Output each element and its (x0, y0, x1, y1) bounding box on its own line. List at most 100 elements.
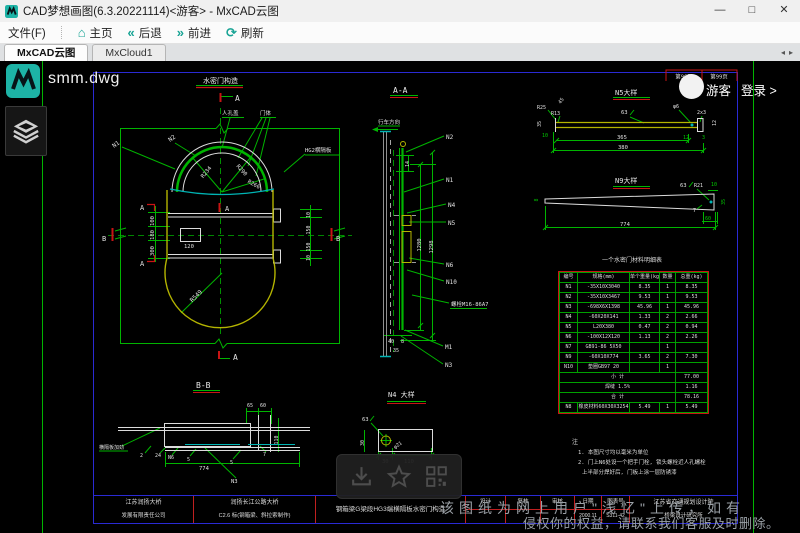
layers-icon (12, 118, 40, 144)
n5-dim-365: 365 (617, 135, 627, 141)
viewer-toolbar (336, 454, 462, 499)
username-label: 游客 (706, 80, 731, 99)
n9-weld-dot (710, 201, 713, 204)
bb-white-lines (118, 415, 310, 452)
minimize-button[interactable]: — (704, 0, 736, 22)
file-menu[interactable]: 文件(F) (8, 25, 46, 41)
forward-icon: » (177, 26, 184, 39)
drawing-filename: smm.dwg (48, 70, 120, 88)
n4-title: N4 大样 (388, 390, 415, 399)
watermark-line-2: 侵权你的权益，请联系我们客服及时删除。 (523, 513, 780, 532)
marker-a-top: A (235, 94, 240, 103)
marker-b-left: B (102, 235, 106, 243)
marker-a2: A (140, 260, 145, 268)
close-button[interactable]: ✕ (768, 0, 800, 22)
avatar[interactable] (679, 74, 704, 99)
table-total-row: 合 计78.16 (560, 393, 708, 403)
aa-dim-1280: 1280 (417, 238, 423, 251)
aa-dim-35: 35 (393, 348, 399, 354)
table-row: N2-35X10X34679.5319.53 (560, 293, 708, 303)
star-icon[interactable] (386, 464, 412, 490)
tab-mxcloud1[interactable]: MxCloud1 (92, 44, 165, 61)
n5-dim-45: 45 (557, 97, 565, 105)
n5-bar-yellow (556, 123, 697, 128)
marker-b-right: B (336, 235, 340, 243)
home-button[interactable]: ⌂主页 (78, 25, 113, 41)
table-row: N5L20X3800.4720.94 (560, 323, 708, 333)
n4-weld-63: 63 (362, 417, 369, 423)
label-manhole: 人孔盖 (222, 109, 239, 117)
table-row: N10垫圈GB97 201 (560, 363, 708, 373)
n9-dim-r21: R21 (694, 183, 703, 189)
n9-dim-774: 774 (620, 222, 631, 228)
mxcad-logo[interactable] (6, 64, 40, 103)
tab-scroll-left-icon[interactable]: ◂ (779, 48, 787, 57)
main-section-ticks (113, 93, 332, 359)
bb-label-n6: N6 (168, 455, 174, 461)
aa-label-n6: N6 (446, 262, 454, 269)
n5-dim-35: 35 (537, 121, 543, 127)
aa-dim-40: 40 (388, 339, 394, 345)
n5-dim-10: 10 (542, 133, 548, 139)
back-button[interactable]: «后退 (128, 25, 162, 41)
refresh-button[interactable]: ⟳刷新 (226, 25, 264, 41)
dim-150b: 150 (306, 242, 312, 251)
dim-10b: 10 (306, 255, 312, 261)
n9-weld-63: 63 (680, 183, 687, 189)
home-icon: ⌂ (78, 26, 86, 39)
n5-dim-r13: R13 (551, 111, 560, 117)
label-hg2: HG2横隔板 (305, 146, 332, 154)
aa-label-n1: N1 (446, 177, 454, 184)
section-bb: B-B 横隔板加劲 2 24 N6 5 5 N3 774 65 60 110 7 (99, 381, 310, 485)
aa-label-n5: N5 (448, 220, 456, 227)
n9-title: N9大样 (615, 176, 637, 185)
download-icon[interactable] (349, 464, 374, 489)
aa-dim-1298: 1298 (429, 240, 435, 253)
bb-green-lines (99, 391, 300, 479)
notes-title: 注 (572, 437, 578, 446)
dim-120: 120 (184, 244, 194, 250)
app-icon (5, 5, 18, 18)
n4-dim-phi21: φ21 (393, 441, 404, 451)
label-door: 门体 (260, 109, 272, 117)
materials-table-title: 一个水密门材料明细表 (558, 255, 706, 264)
n9-dim-10: 10 (711, 182, 717, 188)
tab-scroll-right-icon[interactable]: ▸ (787, 48, 795, 57)
titleblock-company: 江苏润扬大桥发展有限责任公司 (94, 496, 194, 523)
marker-a-bottom: A (233, 353, 238, 362)
qrcode-icon[interactable] (424, 464, 449, 489)
section-aa: A-A 行车方向 N2 N1 N4 N5 N6 N10 螺栓M16-86A7 M… (372, 86, 489, 369)
n9-dim-60: 60 (705, 216, 711, 222)
login-link[interactable]: 登录 > (741, 80, 777, 99)
bb-dim-60: 60 (260, 403, 266, 409)
refresh-icon: ⟳ (226, 26, 237, 39)
bb-dim-110: 110 (274, 435, 280, 444)
menu-separator (61, 26, 63, 39)
bb-dim-65: 65 (247, 403, 253, 409)
main-title: 水密门构造 (203, 76, 238, 85)
titleblock-project: 润扬长江公路大桥C2.6 标(钢箱梁、斜拉索制作) (194, 496, 316, 523)
aa-wall-lines (384, 132, 387, 356)
n5-weld-dot (691, 124, 694, 127)
table-row: N6-100X12X1201.1322.26 (560, 333, 708, 343)
n9-dim-7: 7 (693, 208, 696, 214)
menubar: 文件(F) ⌂主页 «后退 »前进 ⟳刷新 (0, 22, 800, 44)
layers-button[interactable] (5, 106, 47, 156)
aa-title: A-A (393, 86, 408, 95)
mxcad-logo-icon (6, 64, 40, 98)
table-weld-row: 焊缝 1.5%1.16 (560, 383, 708, 393)
detail-n9: N9大样 63 R21 10 35 60 7 774 8 (534, 176, 727, 230)
n5-dim-r25: R25 (537, 105, 546, 111)
main-view: 水密门构造 A A A A A B B N1 N2 人孔盖 门体 HG2横隔板 … (102, 76, 352, 362)
n9-dim-8: 8 (534, 198, 540, 201)
back-icon: « (128, 26, 135, 39)
aa-top-bolt (401, 142, 406, 147)
forward-button[interactable]: »前进 (177, 25, 211, 41)
aa-label-n4: N4 (448, 202, 456, 209)
bb-dim-5b: 5 (230, 460, 233, 466)
window-titlebar: CAD梦想画图(6.3.20221114)<游客> - MxCAD云图 — □ … (0, 0, 800, 22)
table-header-row: 编号规格(mm)单个重量(kg)数量总重(kg) (560, 273, 708, 283)
tab-mxcad-cloud[interactable]: MxCAD云图 (4, 44, 88, 61)
maximize-button[interactable]: □ (736, 0, 768, 22)
bb-title: B-B (196, 381, 211, 390)
